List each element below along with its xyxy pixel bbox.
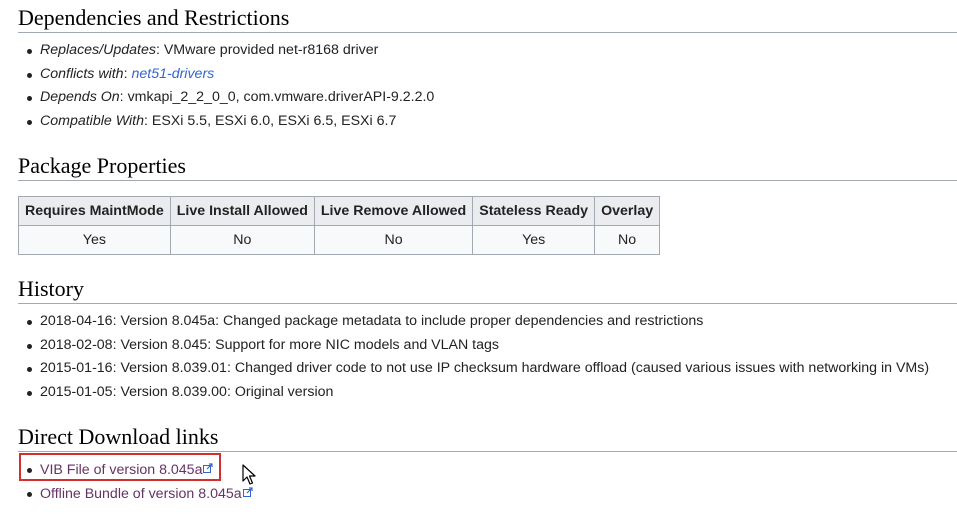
package-properties-heading: Package Properties (18, 153, 186, 178)
column-header: Stateless Ready (472, 196, 596, 226)
mouse-pointer-icon (242, 464, 256, 491)
history-list: 2018-04-16: Version 8.045a: Changed pack… (26, 311, 929, 405)
column-header: Overlay (594, 196, 661, 226)
table-cell: Yes (18, 225, 171, 255)
dependency-value: VMware provided net-r8168 driver (163, 42, 379, 58)
section-divider (18, 303, 957, 304)
dependency-value: vmkapi_2_2_0_0, com.vmware.driverAPI-9.2… (127, 89, 435, 106)
offline-bundle-label: Offline Bundle of version 8.045a (40, 485, 242, 502)
dependency-label: Replaces/Updates (40, 42, 156, 58)
package-properties-table: Requires MaintMode Live Install Allowed … (18, 196, 661, 255)
dependencies-list: Replaces/Updates: VMware provided net-r8… (26, 40, 434, 134)
wiki-page: Dependencies and Restrictions Replaces/U… (0, 0, 957, 517)
downloads-heading: Direct Download links (18, 424, 219, 449)
list-item: Depends On: vmkapi_2_2_0_0, com.vmware.d… (26, 87, 434, 111)
table-row: Yes No No Yes No (18, 225, 661, 255)
list-item: 2015-01-16: Version 8.039.01: Changed dr… (26, 358, 929, 382)
list-item: Replaces/Updates: VMware provided net-r8… (26, 40, 434, 64)
column-header: Live Remove Allowed (313, 196, 474, 226)
table-cell: Yes (472, 225, 596, 255)
dependency-label: Compatible With (40, 112, 144, 129)
dependency-label: Depends On (40, 89, 120, 106)
section-divider (18, 451, 957, 452)
section-divider (18, 32, 957, 33)
list-item: Offline Bundle of version 8.045a (26, 483, 253, 507)
list-item: 2018-04-16: Version 8.045a: Changed pack… (26, 311, 929, 335)
table-cell: No (313, 225, 474, 255)
dependency-separator: : (155, 42, 164, 58)
table-header-row: Requires MaintMode Live Install Allowed … (18, 196, 661, 226)
highlight-box (19, 453, 221, 481)
column-header: Live Install Allowed (169, 196, 315, 226)
table-cell: No (594, 225, 661, 255)
table-cell: No (169, 225, 315, 255)
list-item: 2018-02-08: Version 8.045: Support for m… (26, 335, 929, 359)
dependency-separator: : (143, 112, 152, 129)
dependency-label: Conflicts with (40, 65, 124, 82)
list-item: 2015-01-05: Version 8.039.00: Original v… (26, 382, 929, 406)
history-heading: History (18, 276, 84, 301)
list-item: Conflicts with: net51-drivers (26, 64, 434, 88)
offline-bundle-download-link[interactable]: Offline Bundle of version 8.045a (40, 486, 253, 502)
section-divider (18, 180, 957, 181)
dependency-value: ESXi 5.5, ESXi 6.0, ESXi 6.5, ESXi 6.7 (151, 112, 397, 129)
list-item: Compatible With: ESXi 5.5, ESXi 6.0, ESX… (26, 111, 434, 135)
dependencies-heading: Dependencies and Restrictions (18, 5, 290, 30)
dependency-separator: : (119, 89, 128, 106)
conflict-link[interactable]: net51-drivers (131, 66, 214, 82)
column-header: Requires MaintMode (18, 196, 171, 226)
